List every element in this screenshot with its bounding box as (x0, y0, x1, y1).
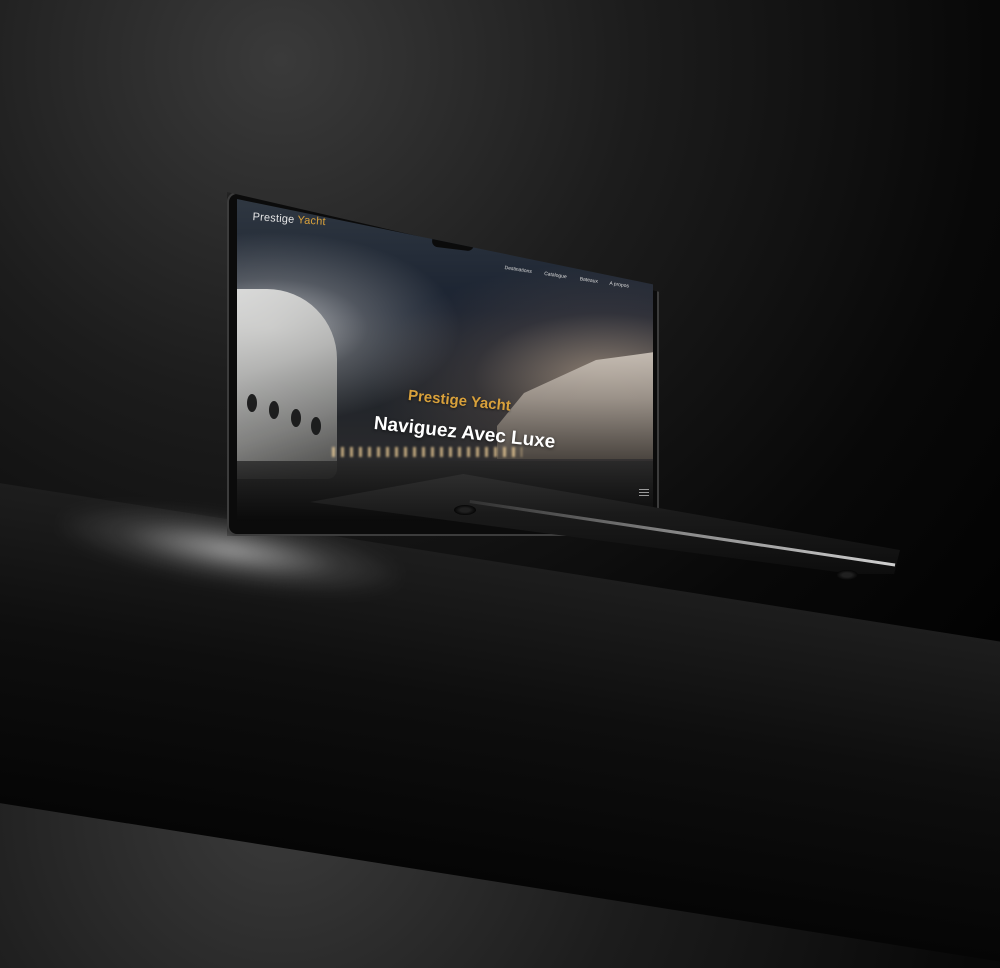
hamburger-icon[interactable] (639, 489, 649, 497)
laptop-screen: Prestige Yacht Destinations Catalogue Ba… (237, 199, 653, 521)
main-navigation: Destinations Catalogue Bateaux A propos (499, 265, 643, 325)
laptop-foot (454, 505, 476, 515)
nav-item-catalogue[interactable]: Catalogue (544, 271, 567, 280)
nav-item-bateaux[interactable]: Bateaux (579, 276, 598, 285)
yacht-image-left (237, 289, 337, 479)
harbor-lights (332, 447, 522, 457)
nav-item-a-propos[interactable]: A propos (609, 281, 629, 290)
laptop-foot (836, 570, 858, 580)
logo-primary-text: Prestige (252, 211, 295, 226)
nav-item-destinations[interactable]: Destinations (504, 265, 532, 275)
camera-notch (431, 234, 475, 252)
hero-subtitle: Prestige Yacht (407, 387, 512, 415)
